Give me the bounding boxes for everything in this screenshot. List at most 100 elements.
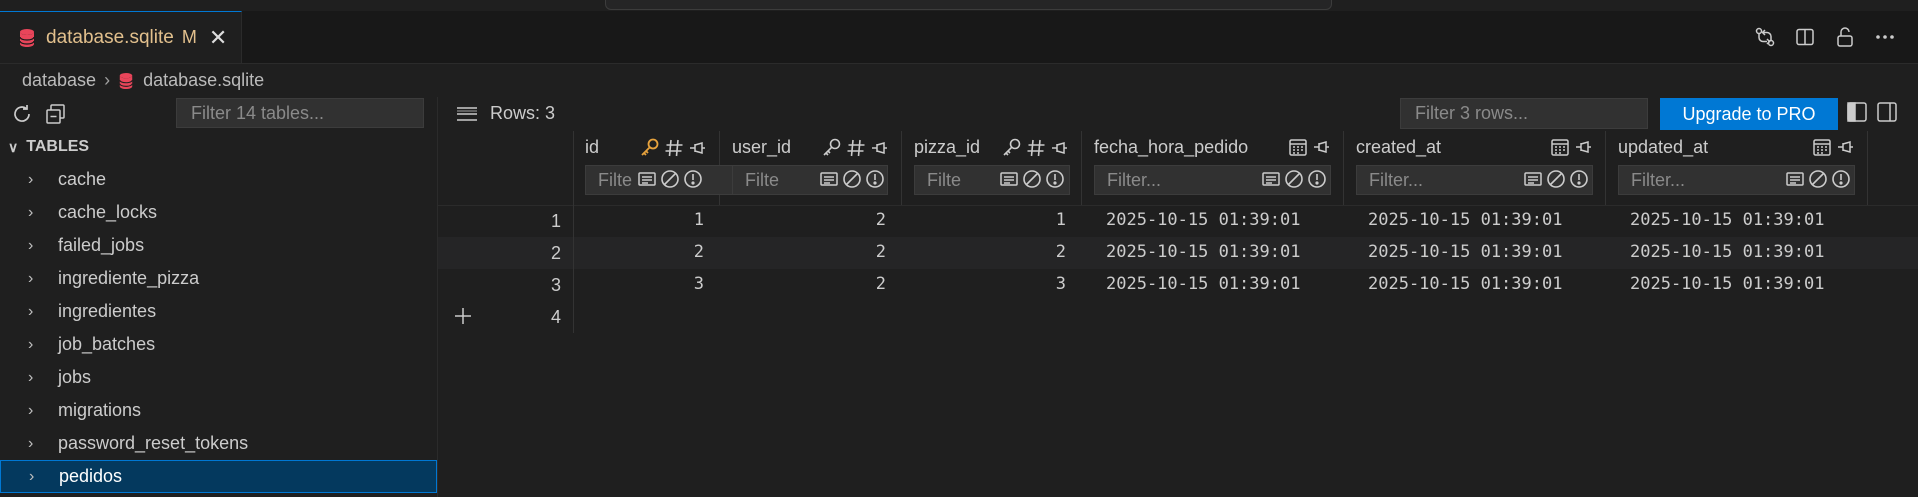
filter-mode-icon[interactable] [637, 169, 657, 189]
cell-pizza-id[interactable]: 3 [902, 274, 1066, 294]
cell-user-id[interactable]: 2 [720, 242, 886, 262]
refresh-icon[interactable] [10, 102, 34, 126]
filter-mode-icon[interactable] [999, 169, 1019, 189]
table-row[interactable]: 3 3 2 3 2025-10-15 01:39:01 2025-10-15 01:39:… [438, 269, 1918, 301]
close-icon[interactable]: ✕ [209, 26, 227, 49]
pin-icon[interactable] [1573, 137, 1593, 157]
column-filter-buttons [1523, 169, 1589, 189]
sidebar-left-icon[interactable] [1846, 101, 1868, 123]
pin-icon[interactable] [687, 138, 707, 158]
cell-updated-at[interactable]: 2025-10-15 01:39:01 [1630, 274, 1824, 294]
filter-mode-icon[interactable] [1261, 169, 1281, 189]
null-filter-icon[interactable] [842, 169, 862, 189]
column-header-fecha-hora-pedido[interactable]: fecha_hora_pedido Filter... [1082, 131, 1344, 205]
breadcrumb-folder[interactable]: database [22, 70, 96, 91]
table-item-cache-locks[interactable]: › cache_locks [0, 196, 437, 229]
upgrade-to-pro-button[interactable]: Upgrade to PRO [1660, 98, 1838, 130]
column-filter-buttons [637, 169, 703, 189]
alert-filter-icon[interactable] [1831, 169, 1851, 189]
collapse-all-icon[interactable] [44, 102, 68, 126]
cell-id[interactable]: 2 [573, 242, 704, 262]
split-editor-icon[interactable] [1792, 24, 1818, 50]
table-filter-input[interactable]: Filter 14 tables... [176, 98, 424, 128]
breadcrumb-file[interactable]: database.sqlite [143, 70, 264, 91]
new-row[interactable]: 4 [438, 301, 1918, 333]
alert-filter-icon[interactable] [1307, 169, 1327, 189]
chevron-right-icon: › [28, 401, 34, 419]
cell-fecha-hora-pedido[interactable]: 2025-10-15 01:39:01 [1106, 274, 1300, 294]
table-item-pedidos[interactable]: › pedidos [0, 460, 437, 493]
table-item-label: job_batches [58, 334, 156, 354]
null-filter-icon[interactable] [1284, 169, 1304, 189]
cell-pizza-id[interactable]: 1 [902, 210, 1066, 230]
table-item-migrations[interactable]: › migrations [0, 394, 437, 427]
table-item-label: migrations [58, 400, 142, 420]
null-filter-icon[interactable] [660, 169, 680, 189]
alert-filter-icon[interactable] [1569, 169, 1589, 189]
table-row[interactable]: 2 2 2 2 2025-10-15 01:39:01 2025-10-15 01:39:… [438, 237, 1918, 269]
table-item-label: failed_jobs [58, 235, 145, 255]
tab-database-sqlite[interactable]: database.sqlite M ✕ [0, 11, 242, 63]
editor-tab-bar: database.sqlite M ✕ [0, 11, 1918, 64]
tables-section-header[interactable]: ∨ TABLES [0, 131, 437, 163]
pin-icon[interactable] [869, 138, 889, 158]
table-row[interactable]: 1 1 2 1 2025-10-15 01:39:01 2025-10-15 01:39:… [438, 205, 1918, 237]
null-filter-icon[interactable] [1546, 169, 1566, 189]
pin-icon[interactable] [1835, 137, 1855, 157]
filter-mode-icon[interactable] [819, 169, 839, 189]
command-center[interactable] [605, 0, 1332, 10]
cell-updated-at[interactable]: 2025-10-15 01:39:01 [1630, 210, 1824, 230]
more-actions-icon[interactable] [1872, 24, 1898, 50]
cell-created-at[interactable]: 2025-10-15 01:39:01 [1368, 274, 1562, 294]
cell-updated-at[interactable]: 2025-10-15 01:39:01 [1630, 242, 1824, 262]
compare-changes-icon[interactable] [1752, 24, 1778, 50]
cell-user-id[interactable]: 2 [720, 210, 886, 230]
table-item-failed-jobs[interactable]: › failed_jobs [0, 229, 437, 262]
rows-count: Rows: 3 [456, 103, 555, 124]
alert-filter-icon[interactable] [1045, 169, 1065, 189]
table-item-ingrediente-pizza[interactable]: › ingrediente_pizza [0, 262, 437, 295]
column-header-pizza-id[interactable]: pizza_id Filte [902, 131, 1082, 205]
table-item-job-batches[interactable]: › job_batches [0, 328, 437, 361]
table-item-jobs[interactable]: › jobs [0, 361, 437, 394]
column-header-created-at[interactable]: created_at Filter... [1344, 131, 1606, 205]
column-header-user-id[interactable]: user_id Filte [720, 131, 902, 205]
column-icons [1288, 137, 1331, 157]
cell-id[interactable]: 3 [573, 274, 704, 294]
foreign-key-icon [821, 137, 843, 159]
table-item-cache[interactable]: › cache [0, 163, 437, 196]
calendar-icon [1550, 137, 1570, 157]
cell-id[interactable]: 1 [573, 210, 704, 230]
sidebar-right-icon[interactable] [1876, 101, 1898, 123]
table-item-password-reset-tokens[interactable]: › password_reset_tokens [0, 427, 437, 460]
cell-pizza-id[interactable]: 2 [902, 242, 1066, 262]
column-header-id[interactable]: id Filte [573, 131, 741, 205]
filter-mode-icon[interactable] [1785, 169, 1805, 189]
cell-created-at[interactable]: 2025-10-15 01:39:01 [1368, 210, 1562, 230]
table-item-label: ingrediente_pizza [58, 268, 200, 288]
cell-created-at[interactable]: 2025-10-15 01:39:01 [1368, 242, 1562, 262]
pin-icon[interactable] [1311, 137, 1331, 157]
table-item-ingredientes[interactable]: › ingredientes [0, 295, 437, 328]
tab-label: database.sqlite [46, 26, 174, 48]
cell-user-id[interactable]: 2 [720, 274, 886, 294]
pin-icon[interactable] [1049, 138, 1069, 158]
cell-fecha-hora-pedido[interactable]: 2025-10-15 01:39:01 [1106, 242, 1300, 262]
column-name: fecha_hora_pedido [1094, 137, 1249, 157]
column-header-updated-at[interactable]: updated_at Filter... [1606, 131, 1868, 205]
cell-fecha-hora-pedido[interactable]: 2025-10-15 01:39:01 [1106, 210, 1300, 230]
null-filter-icon[interactable] [1808, 169, 1828, 189]
primary-key-icon [639, 137, 661, 159]
column-name: updated_at [1618, 137, 1709, 157]
chevron-right-icon: › [104, 70, 111, 90]
alert-filter-icon[interactable] [865, 169, 885, 189]
calendar-icon [1288, 137, 1308, 157]
alert-filter-icon[interactable] [683, 169, 703, 189]
tables-section-title: TABLES [26, 138, 90, 155]
null-filter-icon[interactable] [1022, 169, 1042, 189]
unlock-icon[interactable] [1832, 24, 1858, 50]
row-filter-input[interactable]: Filter 3 rows... [1400, 98, 1648, 129]
column-filter-buttons [819, 169, 885, 189]
filter-mode-icon[interactable] [1523, 169, 1543, 189]
row-number-divider [573, 205, 574, 333]
